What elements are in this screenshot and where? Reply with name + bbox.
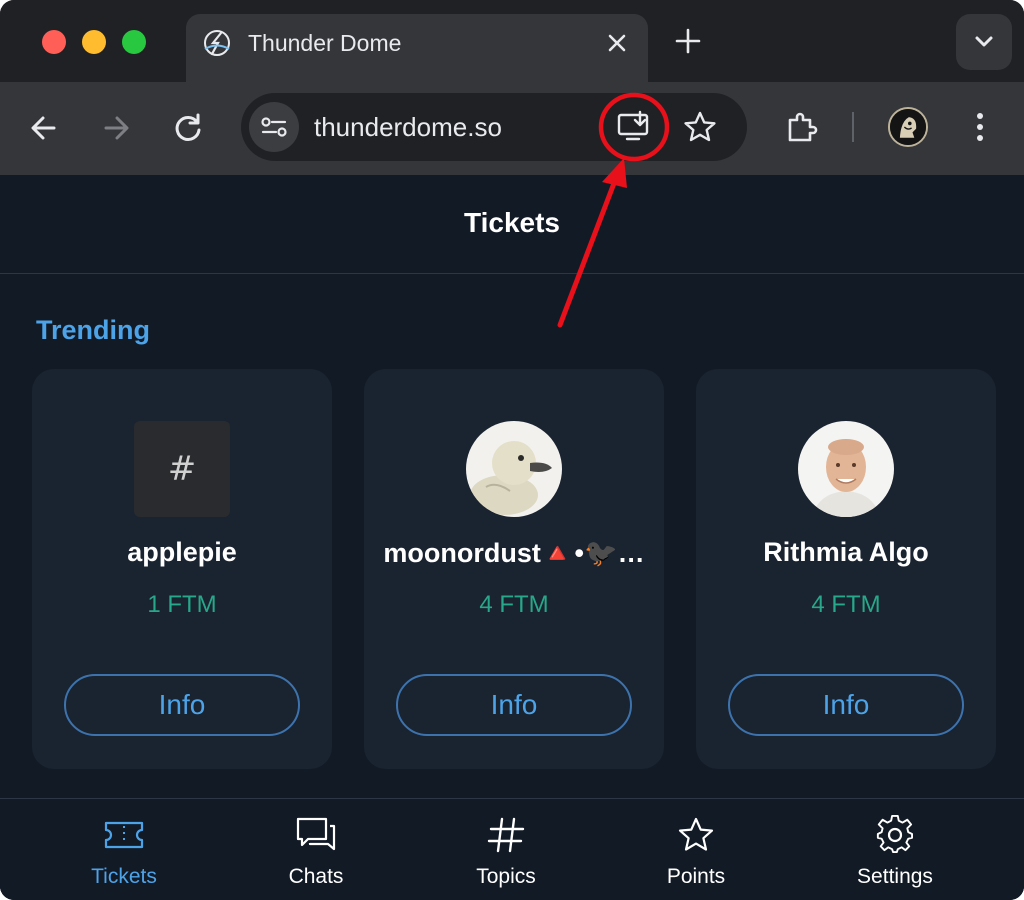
duck-avatar bbox=[466, 421, 562, 517]
info-button[interactable]: Info bbox=[396, 674, 632, 736]
profile-picture-icon bbox=[890, 109, 926, 145]
active-tab[interactable]: Thunder Dome bbox=[186, 14, 648, 82]
card-name: Rithmia Algo bbox=[763, 537, 929, 567]
card-price: 4 FTM bbox=[479, 591, 549, 618]
section-title-trending: Trending bbox=[36, 315, 150, 345]
star-icon bbox=[678, 817, 714, 851]
nav-tickets[interactable]: Tickets bbox=[54, 815, 194, 895]
nav-chats[interactable]: Chats bbox=[246, 815, 386, 895]
toolbar-divider bbox=[852, 112, 854, 142]
bottom-nav: Tickets Chats Topics Points Settings bbox=[0, 798, 1024, 900]
nav-label: Topics bbox=[476, 865, 536, 888]
hashtag-icon: # bbox=[167, 449, 197, 489]
nav-label: Points bbox=[666, 865, 726, 888]
nav-label: Settings bbox=[857, 865, 933, 888]
ticket-card[interactable]: Rithmia Algo 4 FTM Info bbox=[696, 369, 996, 769]
hash-placeholder-avatar: # bbox=[134, 421, 230, 517]
browser-window: Thunder Dome thunderdome.so Tickets Tren… bbox=[0, 0, 1024, 900]
thunderdome-logo-icon bbox=[204, 30, 230, 56]
extensions-icon[interactable] bbox=[784, 110, 820, 146]
nav-points[interactable]: Points bbox=[626, 815, 766, 895]
reload-icon[interactable] bbox=[170, 110, 206, 146]
page-content: Tickets Trending # applepie 1 FTM Info m… bbox=[0, 175, 1024, 900]
person-avatar-image bbox=[798, 421, 894, 517]
install-app-icon[interactable] bbox=[615, 110, 653, 144]
card-name: moonordust🔺•🐦‍⬛… bbox=[383, 538, 645, 568]
site-info-icon bbox=[261, 117, 287, 137]
address-bar[interactable]: thunderdome.so bbox=[241, 93, 747, 161]
tab-strip: Thunder Dome bbox=[0, 0, 1024, 82]
minimize-window-button[interactable] bbox=[82, 30, 106, 54]
forward-icon[interactable] bbox=[98, 110, 134, 146]
url-text: thunderdome.so bbox=[314, 112, 502, 142]
profile-avatar[interactable] bbox=[888, 107, 928, 147]
ticket-card[interactable]: moonordust🔺•🐦‍⬛… 4 FTM Info bbox=[364, 369, 664, 769]
card-price: 4 FTM bbox=[811, 591, 881, 618]
info-button[interactable]: Info bbox=[64, 674, 300, 736]
bookmark-star-icon[interactable] bbox=[682, 110, 718, 144]
card-name: applepie bbox=[127, 537, 237, 567]
ticket-icon bbox=[104, 821, 144, 849]
close-window-button[interactable] bbox=[42, 30, 66, 54]
close-tab-icon[interactable] bbox=[604, 30, 630, 56]
duck-avatar-image bbox=[466, 421, 562, 517]
browser-toolbar: thunderdome.so bbox=[0, 82, 1024, 175]
page-title: Tickets bbox=[464, 207, 560, 238]
nav-label: Tickets bbox=[91, 865, 157, 888]
nav-settings[interactable]: Settings bbox=[825, 815, 965, 895]
site-info-button[interactable] bbox=[249, 102, 299, 152]
card-price: 1 FTM bbox=[147, 591, 217, 618]
gear-icon bbox=[876, 815, 914, 854]
chats-icon bbox=[296, 817, 336, 851]
tab-title: Thunder Dome bbox=[248, 30, 402, 56]
nav-label: Chats bbox=[288, 865, 344, 888]
hashtag-icon bbox=[487, 817, 525, 853]
tab-search-button[interactable] bbox=[956, 14, 1012, 70]
back-icon[interactable] bbox=[26, 110, 62, 146]
menu-icon[interactable] bbox=[962, 109, 998, 145]
chevron-down-icon bbox=[975, 36, 993, 47]
ticket-card[interactable]: # applepie 1 FTM Info bbox=[32, 369, 332, 769]
person-avatar bbox=[798, 421, 894, 517]
info-button[interactable]: Info bbox=[728, 674, 964, 736]
maximize-window-button[interactable] bbox=[122, 30, 146, 54]
new-tab-icon[interactable] bbox=[674, 27, 702, 55]
nav-topics[interactable]: Topics bbox=[436, 815, 576, 895]
page-header: Tickets bbox=[0, 175, 1024, 274]
